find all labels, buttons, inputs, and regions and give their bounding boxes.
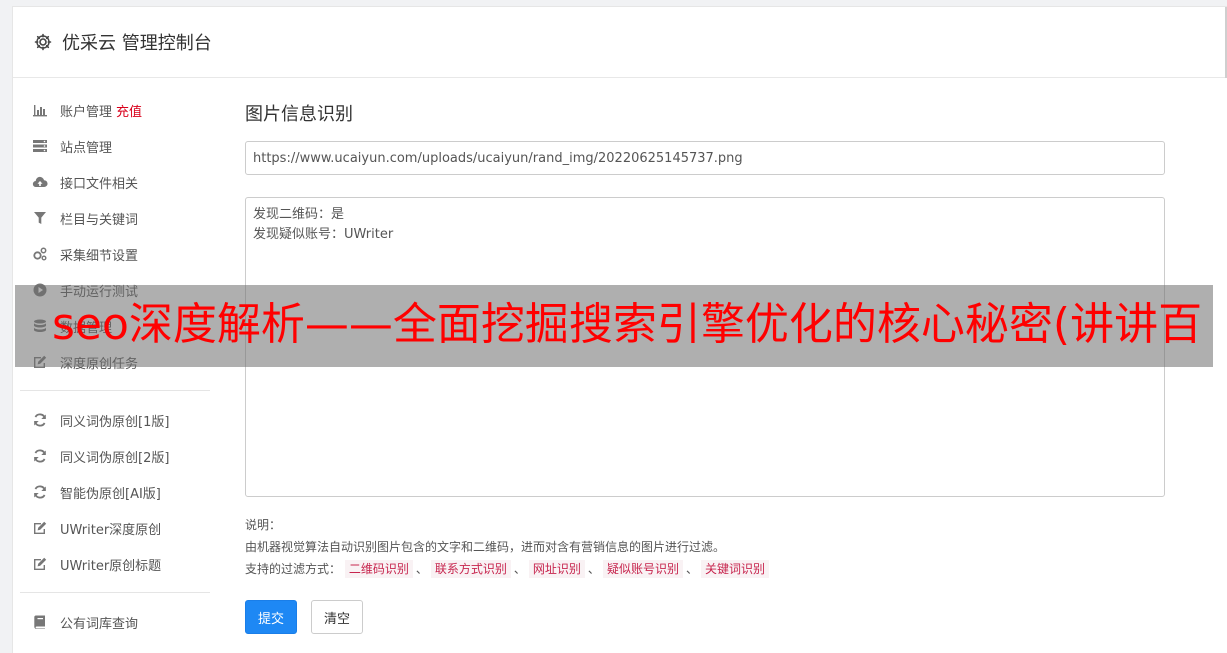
page-title: 图片信息识别 [245, 104, 353, 125]
sidebar-item-label: 同义词伪原创[2版] [60, 450, 170, 466]
sidebar-item[interactable]: UWriter深度原创 [20, 510, 210, 546]
book-icon [32, 614, 48, 630]
sidebar-item-label: 站点管理 [60, 140, 113, 156]
sidebar-item-label: 采集细节设置 [60, 248, 139, 264]
bar-chart-icon [32, 102, 48, 118]
filter-separator: 、 [415, 562, 428, 576]
filter-tag: 联系方式识别 [430, 560, 511, 578]
action-buttons: 提交 清空 [245, 600, 1165, 634]
notes-description: 由机器视觉算法自动识别图片包含的文字和二维码，进而对含有营销信息的图片进行过滤。 [245, 540, 726, 554]
sidebar-item[interactable]: 同义词伪原创[1版] [20, 402, 210, 438]
submit-button[interactable]: 提交 [245, 600, 298, 634]
sidebar-item[interactable]: 栏目与关键词 [20, 200, 210, 236]
sidebar-item[interactable]: 采集细节设置 [20, 236, 210, 272]
recharge-link[interactable]: 充值 [116, 101, 142, 120]
refresh-icon [32, 412, 48, 428]
sidebar-item-label: 同义词伪原创[1版] [60, 414, 170, 430]
gear-icon [33, 32, 53, 52]
sidebar-item[interactable]: 站点管理 [20, 128, 210, 164]
sidebar-item-label: 栏目与关键词 [60, 212, 139, 228]
filter-separator: 、 [513, 562, 526, 576]
filter-tag: 二维码识别 [344, 560, 413, 578]
sidebar-item-label: 智能伪原创[AI版] [60, 486, 161, 502]
filter-tag: 疑似账号识别 [602, 560, 683, 578]
sidebar-item-label: 接口文件相关 [60, 176, 139, 192]
filter-separator: 、 [587, 562, 600, 576]
refresh-icon [32, 484, 48, 500]
sidebar-item-label: 账户管理 [60, 104, 113, 120]
sidebar-item[interactable]: 智能伪原创[AI版] [20, 474, 210, 510]
sidebar-item[interactable]: UWriter原创标题 [20, 546, 210, 582]
sidebar-divider [20, 592, 210, 593]
edit-icon [32, 520, 48, 536]
banner-text: seo深度解析——全面挖掘搜索引擎优化的核心秘密(讲讲百 [52, 299, 1203, 350]
filter-tag: 关键词识别 [700, 560, 769, 578]
cloud-upload-icon [32, 174, 48, 190]
filters-label: 支持的过滤方式： [245, 562, 342, 576]
sidebar-item[interactable]: 账户管理 充值 [20, 92, 210, 128]
sidebar-item-label: 公有词库查询 [60, 616, 139, 632]
image-url-input[interactable] [245, 141, 1165, 175]
sidebar-divider [20, 390, 210, 391]
sidebar-item[interactable]: 同义词伪原创[2版] [20, 438, 210, 474]
sidebar-item-label: UWriter原创标题 [60, 558, 162, 574]
refresh-icon [32, 448, 48, 464]
app-header: 优采云 管理控制台 [13, 7, 1227, 78]
filter-separator: 、 [685, 562, 698, 576]
main-content: 图片信息识别 说明： 由机器视觉算法自动识别图片包含的文字和二维码，进而对含有营… [245, 100, 1165, 634]
clear-button[interactable]: 清空 [311, 600, 364, 634]
edit-icon [32, 556, 48, 572]
filter-icon [32, 210, 48, 226]
filters-line: 支持的过滤方式： 二维码识别、联系方式识别、网址识别、疑似账号识别、关键词识别 [245, 558, 1165, 580]
watermark-banner: seo深度解析——全面挖掘搜索引擎优化的核心秘密(讲讲百 [15, 285, 1213, 367]
sidebar-item-label: UWriter深度原创 [60, 522, 162, 538]
filter-tag: 网址识别 [528, 560, 585, 578]
sidebar-item[interactable]: 接口文件相关 [20, 164, 210, 200]
sidebar-item[interactable]: 公有词库查询 [20, 604, 210, 640]
cogs-icon [32, 246, 48, 262]
app-title: 优采云 管理控制台 [62, 33, 212, 54]
server-icon [32, 138, 48, 154]
notes: 说明： 由机器视觉算法自动识别图片包含的文字和二维码，进而对含有营销信息的图片进… [245, 514, 1165, 580]
notes-title: 说明： [245, 518, 282, 532]
